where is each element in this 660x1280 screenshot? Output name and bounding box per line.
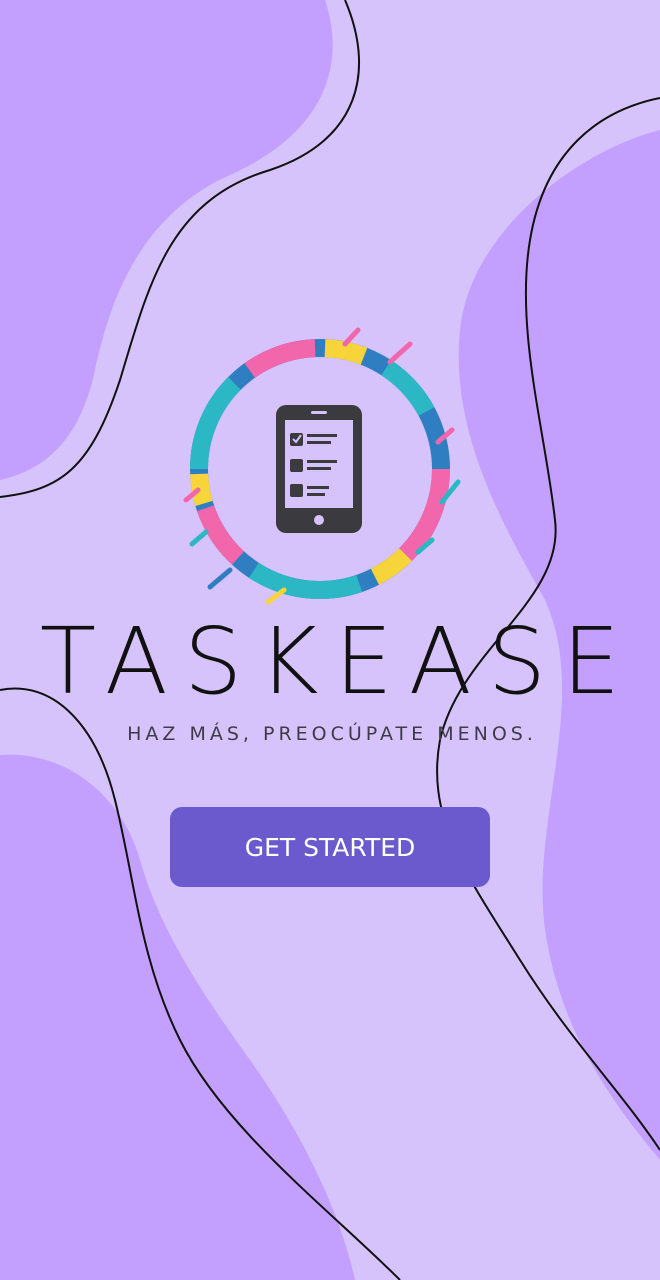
get-started-button[interactable]: GET STARTED bbox=[170, 807, 490, 887]
app-title: TASKEASE bbox=[39, 608, 637, 715]
checklist-phone-icon bbox=[183, 327, 461, 605]
app-tagline: HAZ MÁS, PREOCÚPATE MENOS. bbox=[127, 723, 537, 745]
phone-icon bbox=[276, 405, 362, 533]
